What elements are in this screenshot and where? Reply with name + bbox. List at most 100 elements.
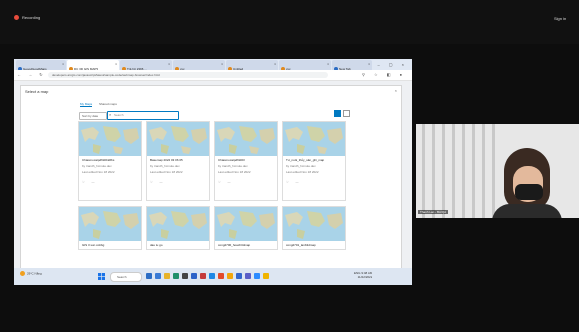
map-card-title: Basemap 2022 03 06 05 bbox=[150, 158, 183, 162]
browser-tab-strip: GeoodGoodMaps × DC 3D GIS MAPS × Trả hờ 23… bbox=[14, 59, 412, 71]
map-card-owner: by trandh_hcmute.dev bbox=[82, 164, 112, 168]
meeting-top-bar bbox=[0, 0, 579, 44]
map-card-actions[interactable]: ♡ ⋯ bbox=[286, 180, 302, 184]
close-icon[interactable]: × bbox=[221, 62, 223, 66]
edge-icon[interactable] bbox=[173, 273, 179, 279]
browser-tab[interactable]: xxx × bbox=[279, 60, 331, 71]
window-blind bbox=[472, 124, 475, 218]
chrome-icon[interactable] bbox=[218, 273, 224, 279]
map-card-actions[interactable]: ♡ ⋯ bbox=[82, 180, 98, 184]
url-input[interactable]: developers.arcgis.com/javascript/latest/… bbox=[48, 72, 328, 78]
close-icon[interactable]: × bbox=[62, 62, 64, 66]
list-view-icon[interactable] bbox=[343, 110, 350, 117]
close-icon[interactable]: × bbox=[168, 62, 170, 66]
map-card-title: cong2701_lanb3dmap bbox=[286, 243, 316, 247]
participant-video: Thanh Lan - BA/QA bbox=[416, 124, 579, 218]
window-blind bbox=[442, 124, 445, 218]
window-blind bbox=[482, 124, 485, 218]
chat-icon[interactable] bbox=[155, 273, 161, 279]
map-card-title: GIS 3 sun cobbg bbox=[82, 243, 105, 247]
sort-dropdown[interactable]: Sort by date bbox=[79, 112, 107, 120]
weather-desc: Nắng bbox=[34, 271, 42, 276]
weather-widget[interactable]: 29°C Nắng bbox=[20, 271, 42, 276]
map-card-date: Last edited Nov 18 2022 bbox=[286, 170, 319, 174]
tray-date: 11/22/2022 bbox=[357, 275, 373, 279]
map-thumbnail bbox=[215, 122, 277, 156]
map-card[interactable]: GIS 3 sun cobbg bbox=[78, 206, 142, 250]
mail-icon[interactable] bbox=[191, 273, 197, 279]
folder-icon[interactable] bbox=[227, 273, 233, 279]
close-icon[interactable]: × bbox=[115, 62, 117, 66]
map-card[interactable]: Chiasmocatpdf3d03 by trandh_hcmute.dev L… bbox=[214, 121, 278, 201]
task-view-icon[interactable] bbox=[146, 273, 152, 279]
map-card[interactable]: dau tu go bbox=[146, 206, 210, 250]
participant-name: Thanh Lan - BA/QA bbox=[418, 210, 449, 214]
map-card[interactable]: Chiasmocatpdf3d04dfbs by trandh_hcmute.d… bbox=[78, 121, 142, 201]
search-input[interactable]: ⌕ Search bbox=[107, 111, 179, 120]
shared-screen: GeoodGoodMaps × DC 3D GIS MAPS × Trả hờ 23… bbox=[14, 59, 412, 285]
windows-start-icon[interactable] bbox=[98, 273, 105, 280]
close-icon[interactable]: × bbox=[368, 62, 370, 66]
window-controls[interactable]: – ▢ × bbox=[377, 62, 408, 67]
map-card[interactable]: cong2700_hoach3dmap bbox=[214, 206, 278, 250]
map-thumbnail bbox=[283, 122, 345, 156]
face-mask bbox=[515, 184, 543, 200]
select-map-dialog: Select a map × My Maps Shared maps Sort … bbox=[20, 85, 402, 281]
browser-tab[interactable]: New Tab × bbox=[332, 60, 372, 71]
window-blind bbox=[492, 124, 495, 218]
map-card-owner: by trandh_hcmute.dev bbox=[218, 164, 248, 168]
app-icon[interactable] bbox=[245, 273, 251, 279]
nav-buttons[interactable]: ← → ↻ bbox=[17, 72, 46, 77]
map-thumbnail bbox=[215, 207, 277, 241]
map-card-title: Chiasmocatpdf3d04dfbs bbox=[82, 158, 115, 162]
zoom-icon[interactable] bbox=[254, 273, 260, 279]
search-placeholder: Search bbox=[114, 113, 124, 117]
map-card-date: Last edited Nov 18 2022 bbox=[82, 170, 115, 174]
system-tray[interactable]: ENG 9:48 AM 11/22/2022 bbox=[354, 271, 372, 279]
taskbar-search[interactable]: Search bbox=[110, 272, 142, 282]
teams-icon[interactable] bbox=[209, 273, 215, 279]
windows-taskbar: 29°C Nắng Search ENG 9:48 AM 11/22/2022 bbox=[14, 268, 412, 285]
map-thumbnail bbox=[283, 207, 345, 241]
store-icon[interactable] bbox=[182, 273, 188, 279]
person-shirt bbox=[492, 204, 562, 218]
browser-toolbar-icons[interactable]: ⚲ ☆ ◧ ● bbox=[362, 72, 406, 77]
tab-shared-maps[interactable]: Shared maps bbox=[99, 102, 117, 106]
map-card[interactable]: Basemap 2022 03 06 05 by trandh_hcmute.d… bbox=[146, 121, 210, 201]
close-icon[interactable]: × bbox=[395, 88, 397, 93]
recording-indicator: Recording bbox=[14, 15, 40, 21]
browser-tab-active[interactable]: DC 3D GIS MAPS × bbox=[67, 60, 119, 71]
weather-temp: 29°C bbox=[27, 271, 34, 276]
search-icon: ⌕ bbox=[109, 112, 112, 117]
browser-tab[interactable]: Trả hờ 2396 ... × bbox=[120, 60, 172, 71]
browser-tab[interactable]: Untitled × bbox=[226, 60, 278, 71]
browser-tab[interactable]: xxx × bbox=[173, 60, 225, 71]
app-icon[interactable] bbox=[200, 273, 206, 279]
app-icon[interactable] bbox=[263, 273, 269, 279]
map-card[interactable]: cong2701_lanb3dmap bbox=[282, 206, 346, 250]
map-card-title: dau tu go bbox=[150, 243, 163, 247]
sun-icon bbox=[20, 271, 25, 276]
tab-my-maps[interactable]: My Maps bbox=[80, 102, 93, 107]
map-card-date: Last edited Nov 18 2022 bbox=[218, 170, 251, 174]
sort-label: Sort by date bbox=[82, 114, 99, 118]
browser-address-bar: ← → ↻ developers.arcgis.com/javascript/l… bbox=[14, 70, 412, 81]
sign-in-button[interactable]: Sign in bbox=[554, 16, 566, 21]
map-card-title: Tư_nuôi_thủy_sản_ghi_map bbox=[286, 158, 325, 162]
map-card-owner: by trandh_hcmute.dev bbox=[286, 164, 316, 168]
map-card-actions[interactable]: ♡ ⋯ bbox=[218, 180, 234, 184]
map-card-actions[interactable]: ♡ ⋯ bbox=[150, 180, 166, 184]
close-icon[interactable]: × bbox=[274, 62, 276, 66]
browser-tab[interactable]: GeoodGoodMaps × bbox=[16, 60, 66, 71]
grid-view-icon[interactable] bbox=[334, 110, 341, 117]
window-blind bbox=[432, 124, 435, 218]
map-card-owner: by trandh_hcmute.dev bbox=[150, 164, 180, 168]
close-icon[interactable]: × bbox=[327, 62, 329, 66]
map-thumbnail bbox=[79, 207, 141, 241]
app-icon[interactable] bbox=[236, 273, 242, 279]
window-blind bbox=[452, 124, 455, 218]
map-card-date: Last edited Nov 18 2022 bbox=[150, 170, 183, 174]
map-thumbnail bbox=[147, 122, 209, 156]
file-explorer-icon[interactable] bbox=[164, 273, 170, 279]
map-card[interactable]: Tư_nuôi_thủy_sản_ghi_map by trandh_hcmut… bbox=[282, 121, 346, 201]
